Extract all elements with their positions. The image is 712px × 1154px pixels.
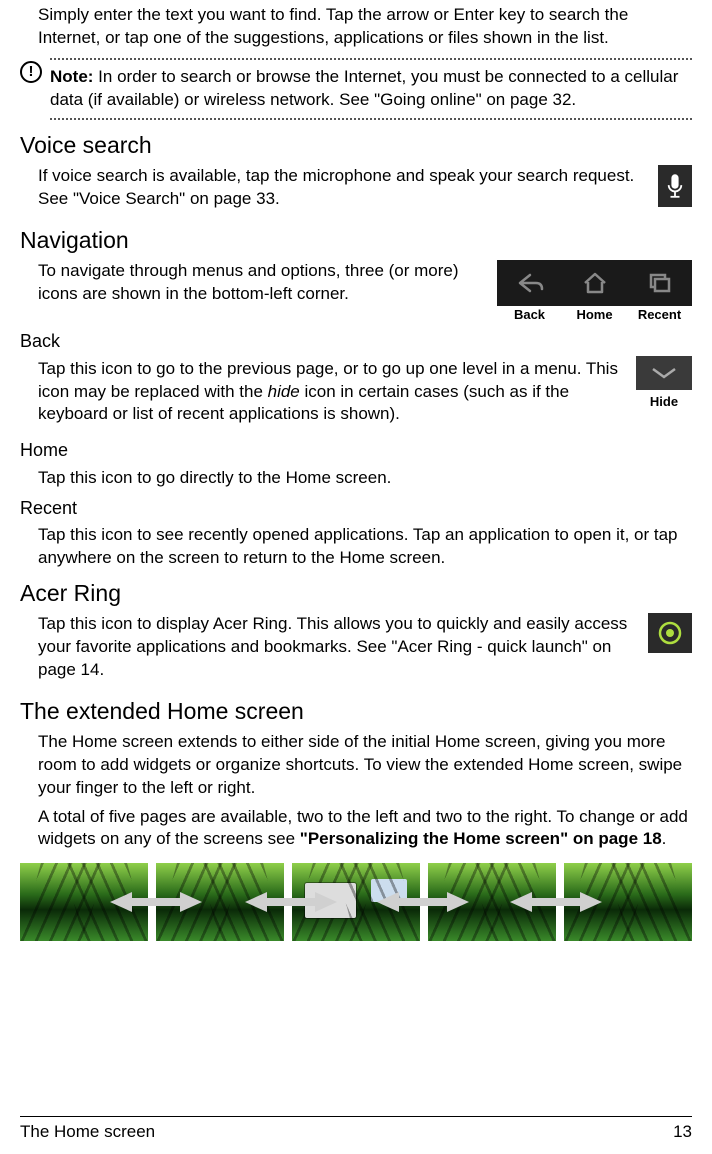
intro-text: Simply enter the text you want to find. … (38, 4, 692, 50)
extended-screens-figure (20, 863, 692, 941)
home-screen-thumb (428, 863, 556, 941)
page-footer: The Home screen 13 (20, 1116, 692, 1144)
back-heading: Back (20, 329, 692, 353)
home-screen-thumb-center (292, 863, 420, 941)
voice-search-text: If voice search is available, tap the mi… (38, 165, 692, 211)
back-icon (497, 260, 562, 306)
footer-page: 13 (673, 1121, 692, 1144)
home-heading: Home (20, 438, 692, 462)
home-icon (562, 260, 627, 306)
footer-title: The Home screen (20, 1121, 155, 1144)
extended-p2: A total of five pages are available, two… (38, 806, 692, 852)
recent-text: Tap this icon to see recently opened app… (38, 524, 692, 570)
nav-bar-figure: Back Home Recent (497, 260, 692, 324)
back-label: Back (497, 306, 562, 324)
alert-icon: ! (20, 61, 42, 83)
recent-label: Recent (627, 306, 692, 324)
microphone-icon (658, 165, 692, 207)
extended-heading: The extended Home screen (20, 696, 692, 727)
back-text: Tap this icon to go to the previous page… (38, 358, 622, 427)
home-screen-thumb (156, 863, 284, 941)
hide-label: Hide (636, 393, 692, 411)
navigation-heading: Navigation (20, 225, 692, 256)
note-content: Note: In order to search or browse the I… (50, 58, 692, 120)
home-screen-thumb (20, 863, 148, 941)
note-label: Note: (50, 67, 93, 86)
note-text: In order to search or browse the Interne… (50, 67, 678, 109)
home-label: Home (562, 306, 627, 324)
voice-search-heading: Voice search (20, 130, 692, 161)
hide-figure: Hide (636, 356, 692, 411)
acer-ring-icon (648, 613, 692, 653)
note-block: ! Note: In order to search or browse the… (20, 58, 692, 120)
recent-heading: Recent (20, 496, 692, 520)
home-screen-thumb (564, 863, 692, 941)
recent-icon (627, 260, 692, 306)
extended-p1: The Home screen extends to either side o… (38, 731, 692, 800)
home-text: Tap this icon to go directly to the Home… (38, 467, 692, 490)
acer-ring-heading: Acer Ring (20, 578, 692, 609)
navigation-intro: To navigate through menus and options, t… (38, 260, 482, 306)
hide-icon (636, 356, 692, 390)
acer-ring-text: Tap this icon to display Acer Ring. This… (38, 613, 637, 682)
